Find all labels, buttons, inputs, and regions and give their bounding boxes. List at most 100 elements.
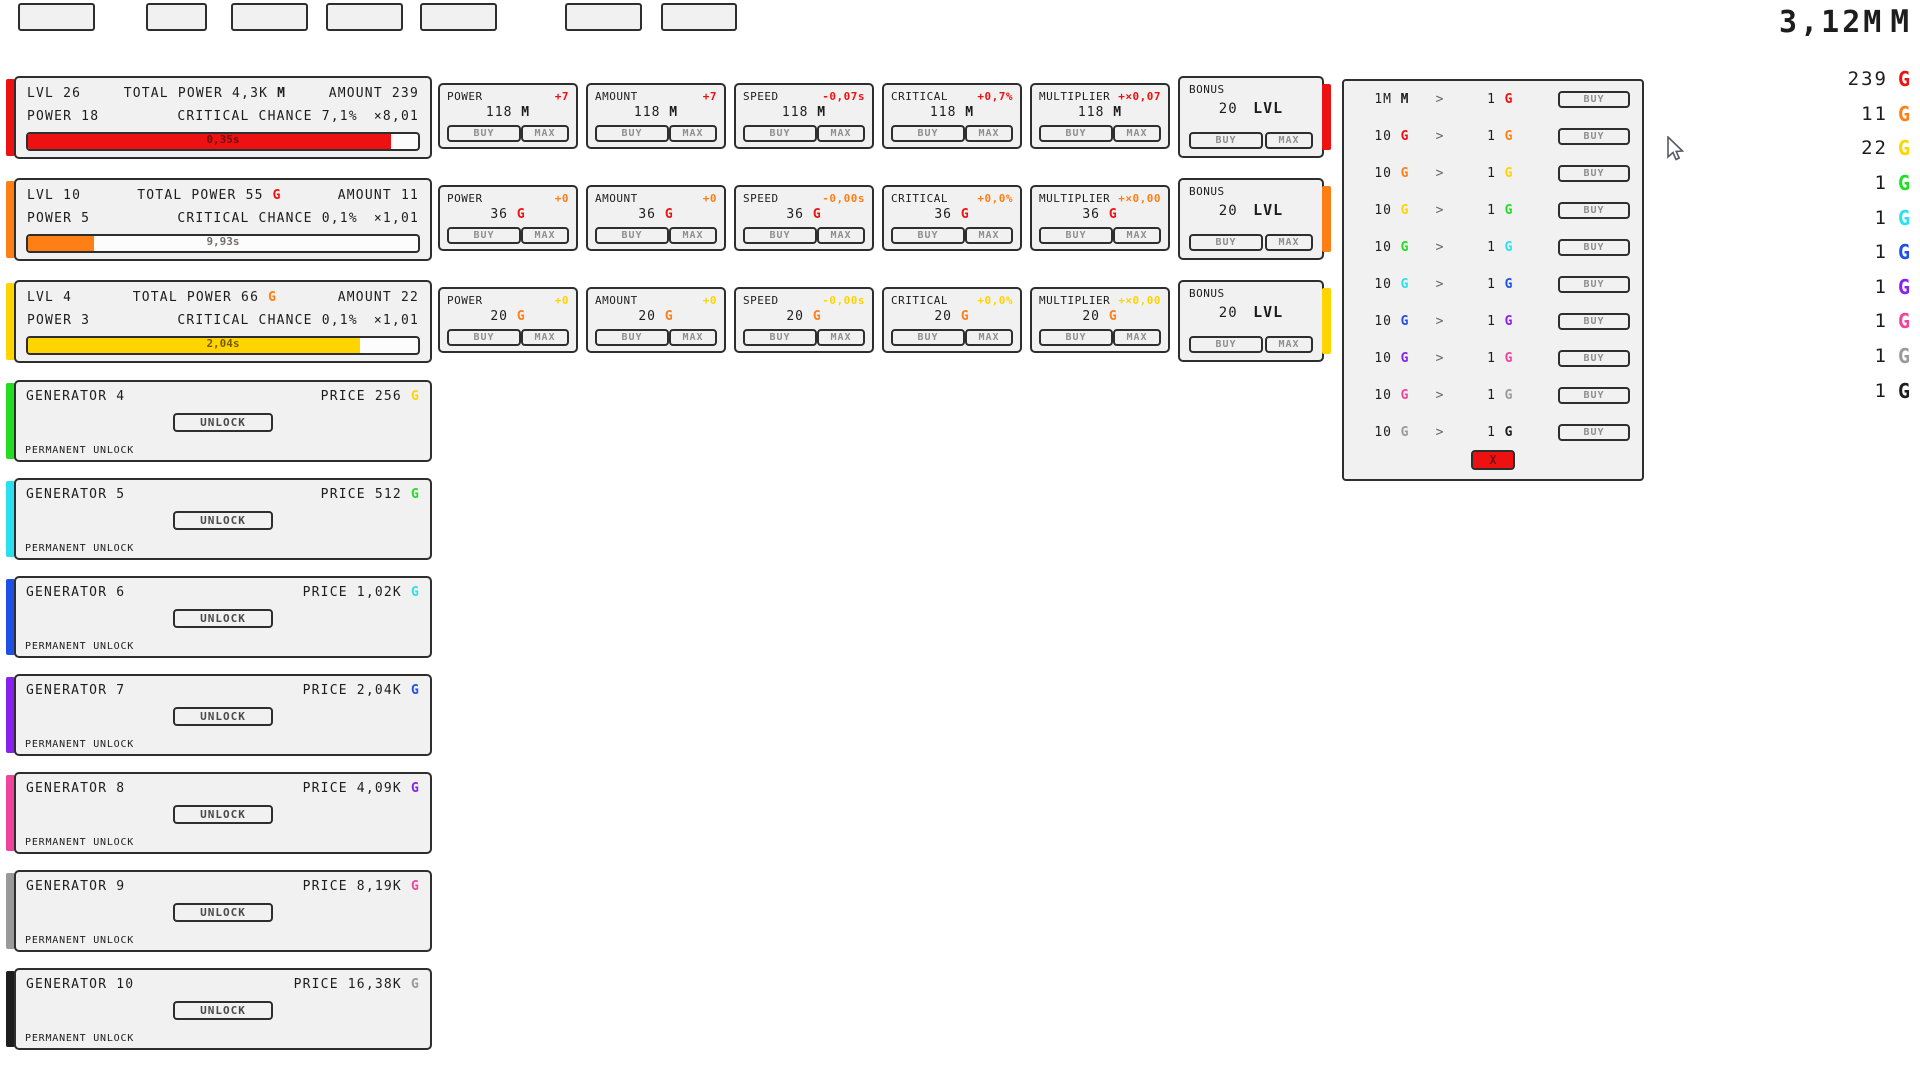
buy-button[interactable]: BUY <box>447 125 521 142</box>
bonus-level: 20 LVL <box>1189 303 1313 321</box>
upgrade-delta: -0,00s <box>822 192 865 205</box>
max-button[interactable]: MAX <box>1113 227 1161 244</box>
buy-button[interactable]: BUY <box>1039 329 1113 346</box>
permanent-unlock-note: PERMANENT UNLOCK <box>25 739 134 750</box>
generator-critical-chance: CRITICAL CHANCE 0,1%×1,01 <box>177 211 419 226</box>
convert-buy-button[interactable]: BUY <box>1558 128 1630 145</box>
buy-button[interactable]: BUY <box>595 329 669 346</box>
unlock-button[interactable]: UNLOCK <box>173 609 273 628</box>
upgrade-delta: +0,7% <box>977 90 1013 103</box>
max-button[interactable]: MAX <box>817 125 865 142</box>
max-button[interactable]: MAX <box>965 125 1013 142</box>
unlock-button[interactable]: UNLOCK <box>173 707 273 726</box>
permanent-unlock-note: PERMANENT UNLOCK <box>25 837 134 848</box>
locked-generator-row: GENERATOR 6 PRICE 1,02K G UNLOCK PERMANE… <box>6 576 432 658</box>
close-button[interactable]: X <box>1471 450 1515 470</box>
currency-symbol: G <box>411 683 420 698</box>
max-button[interactable]: MAX <box>1113 329 1161 346</box>
buy-button[interactable]: BUY <box>1189 132 1263 149</box>
toolbar-button-help[interactable] <box>661 3 737 31</box>
convert-buy-button[interactable]: BUY <box>1558 387 1630 404</box>
unlock-button[interactable]: UNLOCK <box>173 413 273 432</box>
bonus-card: BONUS 20 LVL BUY MAX <box>1178 280 1324 362</box>
max-button[interactable]: MAX <box>521 329 569 346</box>
currency-symbol: G <box>1898 275 1912 299</box>
buy-button[interactable]: BUY <box>447 329 521 346</box>
buy-button[interactable]: BUY <box>743 329 817 346</box>
buy-button[interactable]: BUY <box>743 227 817 244</box>
currency-symbol: M <box>817 105 826 120</box>
upgrade-price: 36 G <box>1039 207 1161 222</box>
generator-power: POWER 3 <box>27 313 90 328</box>
max-button[interactable]: MAX <box>521 227 569 244</box>
max-button[interactable]: MAX <box>817 227 865 244</box>
max-button[interactable]: MAX <box>965 227 1013 244</box>
currency-symbol: G <box>1898 206 1912 230</box>
convert-to-amount: 1 <box>1462 314 1496 329</box>
currency-symbol: G <box>665 309 674 324</box>
convert-to-symbol: G <box>1496 129 1522 144</box>
currency-symbol: G <box>1898 171 1912 195</box>
buy-button[interactable]: BUY <box>595 227 669 244</box>
max-button[interactable]: MAX <box>817 329 865 346</box>
convert-from-symbol: M <box>1392 92 1418 107</box>
currency-symbol: G <box>517 309 526 324</box>
bonus-tier-stripe <box>1322 186 1331 252</box>
max-button[interactable]: MAX <box>669 329 717 346</box>
max-button[interactable]: MAX <box>1265 234 1313 251</box>
toolbar-button-goals[interactable] <box>326 3 403 31</box>
buy-button[interactable]: BUY <box>1039 125 1113 142</box>
convert-from-amount: 1M <box>1356 92 1392 107</box>
convert-buy-button[interactable]: BUY <box>1558 239 1630 256</box>
upgrade-price: 118 M <box>447 105 569 120</box>
convert-buy-button[interactable]: BUY <box>1558 276 1630 293</box>
convert-from-symbol: G <box>1392 277 1418 292</box>
convert-from-amount: 10 <box>1356 277 1392 292</box>
upgrade-label: MULTIPLIER <box>1039 90 1110 103</box>
unlock-button[interactable]: UNLOCK <box>173 903 273 922</box>
generator-price: PRICE 1,02K G <box>303 585 420 600</box>
upgrade-label: CRITICAL <box>891 90 948 103</box>
upgrade-price: 118 M <box>743 105 865 120</box>
generator-price: PRICE 2,04K G <box>303 683 420 698</box>
buy-button[interactable]: BUY <box>891 227 965 244</box>
buy-button[interactable]: BUY <box>1189 336 1263 353</box>
max-button[interactable]: MAX <box>965 329 1013 346</box>
buy-button[interactable]: BUY <box>595 125 669 142</box>
convert-buy-button[interactable]: BUY <box>1558 350 1630 367</box>
critical-multiplier: ×1,01 <box>374 313 419 328</box>
convert-buy-button[interactable]: BUY <box>1558 91 1630 108</box>
max-button[interactable]: MAX <box>669 125 717 142</box>
generator-progress-bar: 2,04s <box>26 336 420 355</box>
max-button[interactable]: MAX <box>1265 132 1313 149</box>
convert-from-symbol: G <box>1392 425 1418 440</box>
max-button[interactable]: MAX <box>521 125 569 142</box>
currency-symbol: G <box>1898 379 1912 403</box>
convert-buy-button[interactable]: BUY <box>1558 165 1630 182</box>
toolbar-button-global[interactable] <box>420 3 497 31</box>
currency-amount: 239 <box>1848 68 1888 90</box>
buy-button[interactable]: BUY <box>1189 234 1263 251</box>
max-button[interactable]: MAX <box>1265 336 1313 353</box>
currency-amount: 1 <box>1875 241 1888 263</box>
buy-button[interactable]: BUY <box>447 227 521 244</box>
toolbar-button-convert[interactable] <box>231 3 308 31</box>
convert-to-amount: 1 <box>1462 351 1496 366</box>
max-button[interactable]: MAX <box>1113 125 1161 142</box>
unlock-button[interactable]: UNLOCK <box>173 805 273 824</box>
buy-button[interactable]: BUY <box>1039 227 1113 244</box>
unlock-button[interactable]: UNLOCK <box>173 1001 273 1020</box>
convert-buy-button[interactable]: BUY <box>1558 313 1630 330</box>
unlock-button[interactable]: UNLOCK <box>173 511 273 530</box>
buy-button[interactable]: BUY <box>891 329 965 346</box>
convert-buy-button[interactable]: BUY <box>1558 202 1630 219</box>
convert-from-symbol: G <box>1392 240 1418 255</box>
toolbar-button-menu[interactable] <box>18 3 95 31</box>
buy-button[interactable]: BUY <box>891 125 965 142</box>
convert-buy-button[interactable]: BUY <box>1558 424 1630 441</box>
buy-button[interactable]: BUY <box>743 125 817 142</box>
max-button[interactable]: MAX <box>669 227 717 244</box>
upgrade-delta: +0,0% <box>977 192 1013 205</box>
toolbar-button-rank[interactable] <box>565 3 642 31</box>
toolbar-button-stats[interactable] <box>146 3 207 31</box>
